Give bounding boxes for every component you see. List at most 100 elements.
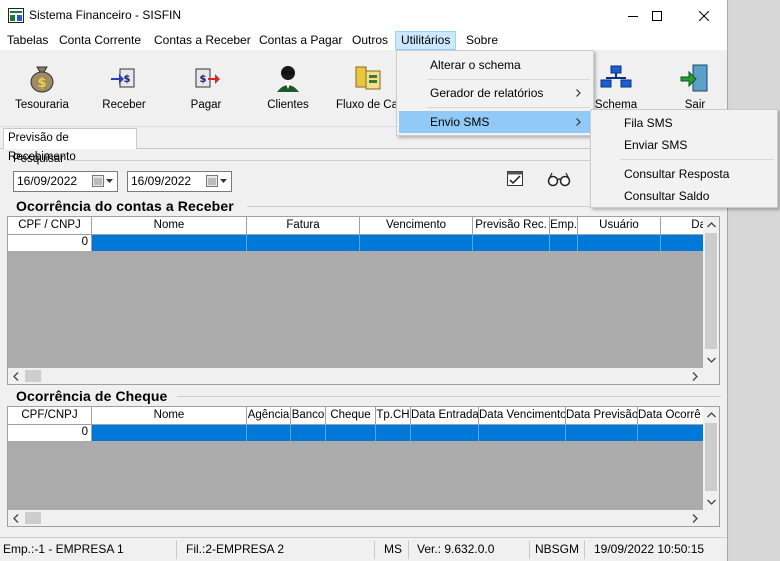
row-data-vencimento-cell[interactable]	[479, 425, 566, 441]
col-header-fatura[interactable]: Fatura	[247, 217, 360, 235]
col-header-nome[interactable]: Nome	[92, 217, 247, 235]
row-tp-ch-cell[interactable]	[376, 425, 411, 441]
chevron-right-icon	[692, 513, 698, 523]
row-previsao-cell[interactable]	[473, 235, 550, 251]
scroll-right-button[interactable]	[687, 510, 703, 526]
scroll-left-button[interactable]	[8, 510, 24, 526]
tesouraria-button[interactable]: $ Tesouraria	[6, 63, 78, 117]
menu-item-label: Envio SMS	[430, 115, 490, 129]
cheques-vertical-scrollbar[interactable]	[703, 407, 719, 510]
calendar-dropdown-icon[interactable]	[92, 175, 114, 188]
status-divider	[584, 541, 585, 559]
col-header-data-ocorrencia[interactable]: Data Ocorrê	[638, 407, 703, 425]
row-agencia-cell[interactable]	[247, 425, 291, 441]
row-cpf-cnpj-cell[interactable]: 0	[8, 425, 92, 441]
menu-sobre[interactable]: Sobre	[461, 31, 503, 50]
app-icon	[8, 8, 24, 23]
row-data-previsao-cell[interactable]	[566, 425, 638, 441]
pagar-label: Pagar	[190, 99, 222, 111]
scroll-left-button[interactable]	[8, 368, 24, 384]
receber-button[interactable]: $ Receber	[88, 63, 160, 117]
clientes-button[interactable]: Clientes	[252, 63, 324, 117]
status-divider	[176, 541, 177, 559]
col-header-previsao-rec[interactable]: Previsão Rec.	[473, 217, 550, 235]
col-header-nome[interactable]: Nome	[92, 407, 247, 425]
fluxo-de-caixa-button[interactable]: Fluxo de Cai	[334, 63, 401, 117]
menu-tabelas[interactable]: Tabelas	[2, 31, 53, 50]
checklist-icon[interactable]	[506, 170, 524, 187]
vertical-scroll-thumb[interactable]	[705, 423, 717, 491]
tab-previsao-recebimento[interactable]: Previsão de Recebimento	[3, 128, 137, 163]
receivables-grid[interactable]: CPF / CNPJ Nome Fatura Vencimento Previs…	[7, 216, 720, 385]
col-header-banco[interactable]: Banco	[291, 407, 326, 425]
col-header-usuario[interactable]: Usuário	[578, 217, 661, 235]
col-header-data-vencimento[interactable]: Data Vencimento	[479, 407, 566, 425]
row-cheque-cell[interactable]	[326, 425, 376, 441]
col-header-data-entrada[interactable]: Data Entrada	[411, 407, 479, 425]
row-data-ocorrencia-cell[interactable]	[638, 425, 703, 441]
status-version: Ver.: 9.632.0.0	[417, 542, 495, 556]
row-nome-cell[interactable]	[92, 425, 247, 441]
cheques-horizontal-scrollbar[interactable]	[8, 510, 703, 526]
menu-item-enviar-sms[interactable]: Enviar SMS	[593, 134, 775, 156]
pesquisar-label: Pesquisar	[13, 153, 65, 165]
menu-item-consultar-saldo[interactable]: Consultar Saldo	[593, 185, 775, 207]
cheques-grid[interactable]: CPF/CNPJ Nome Agência Banco Cheque Tp.CH…	[7, 406, 720, 527]
row-vencimento-cell[interactable]	[360, 235, 473, 251]
row-cpf-cnpj-cell[interactable]: 0	[8, 235, 92, 251]
col-header-cheque[interactable]: Cheque	[326, 407, 376, 425]
menu-item-fila-sms[interactable]: Fila SMS	[593, 112, 775, 134]
col-header-cpf-cnpj[interactable]: CPF / CNPJ	[8, 217, 92, 235]
horizontal-scroll-thumb[interactable]	[25, 370, 41, 382]
menu-outros[interactable]: Outros	[347, 31, 393, 50]
menu-item-consultar-resposta[interactable]: Consultar Resposta	[593, 163, 775, 185]
menu-item-gerador-relatorios[interactable]: Gerador de relatórios	[399, 82, 591, 104]
schema-tree-icon	[600, 65, 632, 88]
row-fatura-cell[interactable]	[247, 235, 360, 251]
menu-utilitarios[interactable]: Utilitários	[395, 31, 457, 50]
menu-contas-a-pagar[interactable]: Contas a Pagar	[254, 31, 347, 50]
title-bar: Sistema Financeiro - SISFIN	[0, 0, 727, 31]
horizontal-scroll-thumb[interactable]	[25, 512, 41, 524]
col-header-emp[interactable]: Emp.	[550, 217, 578, 235]
receivables-horizontal-scrollbar[interactable]	[8, 368, 703, 384]
status-datetime: 19/09/2022 10:50:15	[594, 542, 705, 556]
row-data-cell[interactable]	[661, 235, 703, 251]
row-data-entrada-cell[interactable]	[411, 425, 479, 441]
scroll-right-button[interactable]	[687, 368, 703, 384]
svg-text:$: $	[124, 74, 131, 85]
col-header-vencimento[interactable]: Vencimento	[360, 217, 473, 235]
scroll-up-button[interactable]	[703, 217, 719, 233]
scroll-down-button[interactable]	[703, 494, 719, 510]
close-button[interactable]	[681, 0, 727, 31]
receivables-vertical-scrollbar[interactable]	[703, 217, 719, 368]
pagar-button[interactable]: $ Pagar	[170, 63, 242, 117]
menu-item-alterar-schema[interactable]: Alterar o schema	[399, 54, 591, 76]
menu-item-label: Consultar Resposta	[624, 167, 730, 181]
col-header-data-previsao[interactable]: Data Previsão	[566, 407, 638, 425]
col-header-cpf-cnpj[interactable]: CPF/CNPJ	[8, 407, 92, 425]
calendar-dropdown-icon[interactable]	[206, 175, 228, 188]
menu-item-label: Enviar SMS	[624, 138, 688, 152]
scroll-down-button[interactable]	[703, 352, 719, 368]
row-nome-cell[interactable]	[92, 235, 247, 251]
table-row[interactable]: 0	[8, 425, 703, 441]
menu-item-envio-sms[interactable]: Envio SMS	[399, 111, 591, 133]
col-header-data[interactable]: Da	[661, 217, 703, 235]
scroll-up-button[interactable]	[703, 407, 719, 423]
vertical-scroll-thumb[interactable]	[705, 233, 717, 349]
menu-bar: Tabelas Conta Corrente Contas a Receber …	[0, 31, 727, 50]
row-emp-cell[interactable]	[550, 235, 578, 251]
table-row[interactable]: 0	[8, 235, 703, 251]
menu-contas-a-receber[interactable]: Contas a Receber	[149, 31, 256, 50]
col-header-agencia[interactable]: Agência	[247, 407, 291, 425]
maximize-button[interactable]	[634, 0, 680, 31]
glasses-search-icon[interactable]	[547, 171, 571, 187]
menu-conta-corrente[interactable]: Conta Corrente	[54, 31, 146, 50]
col-header-tp-ch[interactable]: Tp.CH	[376, 407, 411, 425]
date-to-field[interactable]: 16/09/2022	[127, 171, 232, 192]
row-banco-cell[interactable]	[291, 425, 326, 441]
date-from-field[interactable]: 16/09/2022	[13, 171, 118, 192]
menu-item-label: Fila SMS	[624, 116, 673, 130]
row-usuario-cell[interactable]	[578, 235, 661, 251]
